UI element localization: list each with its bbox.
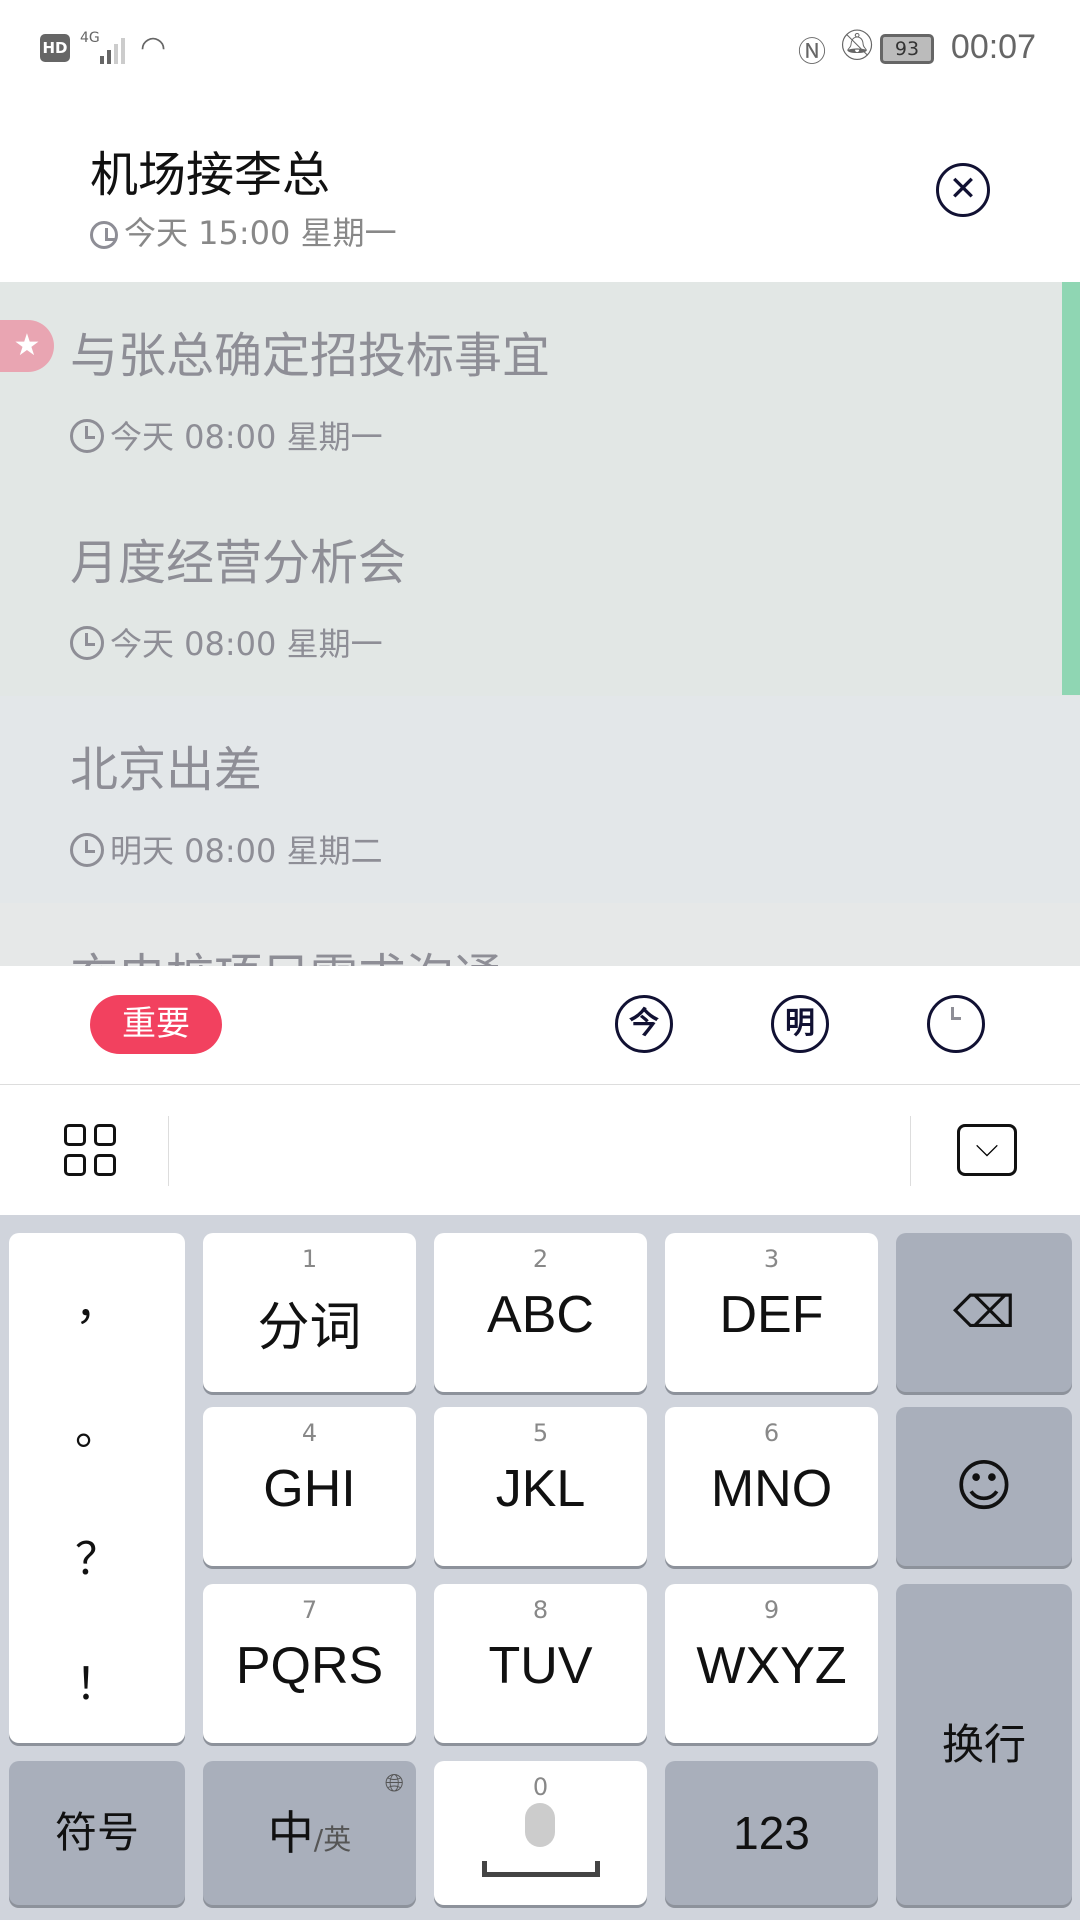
emoji-key[interactable]: ☺: [896, 1407, 1072, 1566]
item-title: 充电桩项目需求沟通: [70, 937, 502, 966]
space-bar-icon: [482, 1861, 600, 1877]
list-item[interactable]: 北京出差 明天 08:00 星期二: [0, 696, 1080, 903]
list-item[interactable]: ★ 与张总确定招投标事宜 今天 08:00 星期一: [0, 282, 1080, 489]
item-time: 明天 08:00 星期二: [70, 826, 383, 872]
clock-icon: [70, 419, 104, 453]
item-title: 月度经营分析会: [70, 535, 407, 591]
keyboard-toolbar: ⌵: [0, 1086, 1080, 1215]
keyboard: ， 。 ？ ！ 1 分词 2 ABC 3 DEF ⌫ 4 GHI 5 JKL 6 MNO ☺…: [0, 1215, 1080, 1920]
battery-icon: 93: [880, 34, 934, 64]
event-time-text: 今天 15:00 星期一: [124, 214, 397, 252]
enter-key[interactable]: 换行: [896, 1584, 1072, 1905]
signal-icon: [100, 34, 130, 64]
bell-muted-icon: 🔕︎: [838, 28, 877, 63]
collapse-keyboard-icon[interactable]: ⌵: [957, 1124, 1017, 1176]
key-3[interactable]: 3 DEF: [665, 1233, 878, 1392]
close-button[interactable]: ✕: [936, 163, 990, 217]
number-mode-key[interactable]: 123: [665, 1761, 878, 1905]
clock-icon: [90, 221, 118, 249]
key-1[interactable]: 1 分词: [203, 1233, 416, 1392]
symbols-key[interactable]: 符号: [9, 1761, 185, 1905]
list-item[interactable]: 充电桩项目需求沟通: [0, 903, 1080, 966]
backspace-key[interactable]: ⌫: [896, 1233, 1072, 1392]
clock-time: 00:07: [950, 28, 1036, 66]
punctuation-key[interactable]: ， 。 ？ ！: [9, 1233, 185, 1743]
selection-indicator: [1062, 282, 1080, 695]
clock-icon: [70, 626, 104, 660]
event-time: 今天 15:00 星期一: [90, 208, 397, 254]
key-5[interactable]: 5 JKL: [434, 1407, 647, 1566]
item-time: 今天 08:00 星期一: [70, 412, 383, 458]
status-bar: HD 4G ◠ Ⓝ 🔕︎ 93 00:07: [0, 0, 1080, 95]
network-type: 4G: [80, 30, 100, 46]
item-title: 与张总确定招投标事宜: [70, 328, 551, 384]
today-button[interactable]: 今: [615, 995, 673, 1053]
tomorrow-button[interactable]: 明: [771, 995, 829, 1053]
important-button[interactable]: 重要: [90, 995, 222, 1054]
clock-icon: [70, 833, 104, 867]
clock-icon: [939, 1003, 973, 1037]
star-icon: ★: [0, 320, 54, 372]
language-switch-key[interactable]: 中/英 🌐︎: [203, 1761, 416, 1905]
item-title: 北京出差: [70, 742, 263, 798]
key-6[interactable]: 6 MNO: [665, 1407, 878, 1566]
key-9[interactable]: 9 WXYZ: [665, 1584, 878, 1743]
nfc-icon: Ⓝ: [798, 35, 827, 68]
list-item[interactable]: 月度经营分析会 今天 08:00 星期一: [0, 489, 1080, 696]
key-7[interactable]: 7 PQRS: [203, 1584, 416, 1743]
key-2[interactable]: 2 ABC: [434, 1233, 647, 1392]
microphone-icon: [525, 1803, 555, 1847]
quick-toolbar: 重要 今 明: [0, 966, 1080, 1085]
smiley-icon: ☺: [954, 1454, 1014, 1519]
event-list[interactable]: ★ 与张总确定招投标事宜 今天 08:00 星期一 月度经营分析会 今天 08:…: [0, 282, 1080, 966]
grid-menu-icon[interactable]: [64, 1124, 118, 1178]
globe-icon: 🌐︎: [384, 1769, 404, 1797]
space-key[interactable]: 0: [434, 1761, 647, 1905]
divider: [910, 1116, 911, 1186]
item-time: 今天 08:00 星期一: [70, 619, 383, 665]
hd-icon: HD: [40, 34, 70, 62]
key-8[interactable]: 8 TUV: [434, 1584, 647, 1743]
time-picker-button[interactable]: [927, 995, 985, 1053]
divider: [168, 1116, 169, 1186]
event-title: 机场接李总: [90, 147, 331, 203]
backspace-icon: ⌫: [952, 1287, 1016, 1338]
key-4[interactable]: 4 GHI: [203, 1407, 416, 1566]
wifi-icon: ◠: [140, 30, 167, 65]
